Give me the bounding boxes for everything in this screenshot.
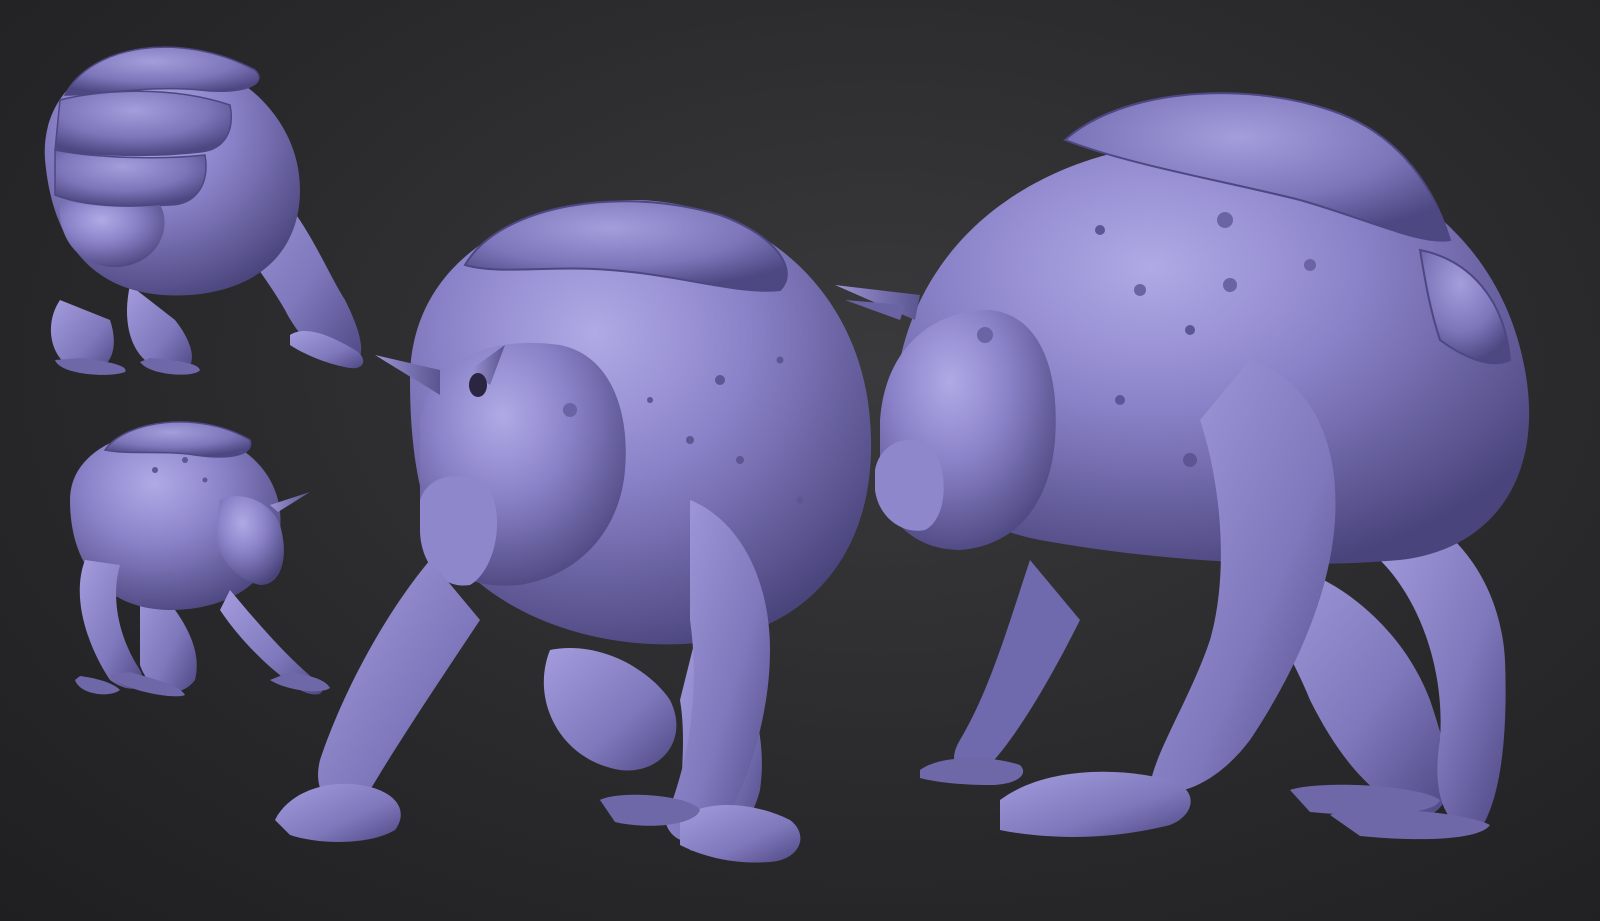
front-three-quarter-view xyxy=(275,200,872,863)
sculpt-render xyxy=(44,46,1530,863)
front-three-quarter-small-view xyxy=(70,421,330,697)
sculpt-viewport[interactable] xyxy=(0,0,1600,921)
back-view xyxy=(44,46,364,375)
side-view xyxy=(835,92,1530,840)
